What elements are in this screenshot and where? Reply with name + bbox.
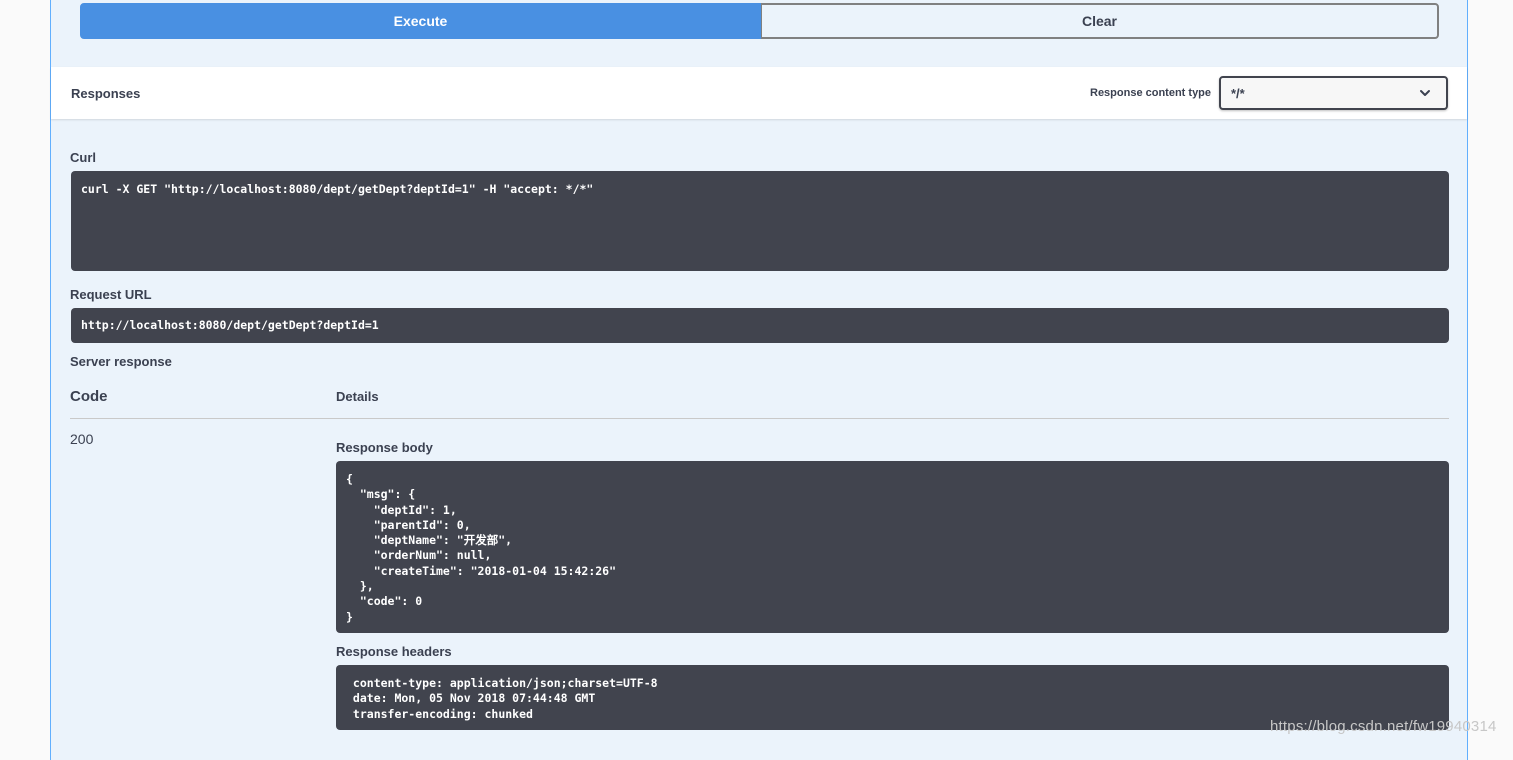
response-headers-label: Response headers (336, 644, 452, 659)
column-header-code: Code (70, 388, 108, 405)
execute-clear-button-group: Execute Clear (80, 3, 1439, 39)
curl-command[interactable]: curl -X GET "http://localhost:8080/dept/… (71, 171, 1449, 271)
response-body[interactable]: { "msg": { "deptId": 1, "parentId": 0, "… (336, 461, 1449, 633)
responses-header: Responses Response content type */* (51, 67, 1467, 119)
clear-button[interactable]: Clear (761, 3, 1439, 39)
table-divider (70, 418, 1449, 419)
response-content-type-value: */* (1231, 86, 1245, 101)
response-status-code: 200 (70, 431, 94, 447)
watermark: https://blog.csdn.net/fw19940314 (1270, 718, 1497, 735)
responses-title: Responses (71, 86, 141, 101)
response-content-type-label: Response content type (1090, 87, 1212, 99)
column-header-details: Details (336, 389, 379, 404)
chevron-down-icon (1420, 90, 1430, 96)
server-response-label: Server response (70, 354, 172, 369)
curl-label: Curl (70, 150, 96, 165)
request-url-value[interactable]: http://localhost:8080/dept/getDept?deptI… (71, 308, 1449, 343)
response-body-label: Response body (336, 440, 433, 455)
request-url-label: Request URL (70, 287, 152, 302)
response-content-type-select[interactable]: */* (1219, 76, 1448, 110)
execute-button[interactable]: Execute (80, 3, 761, 39)
